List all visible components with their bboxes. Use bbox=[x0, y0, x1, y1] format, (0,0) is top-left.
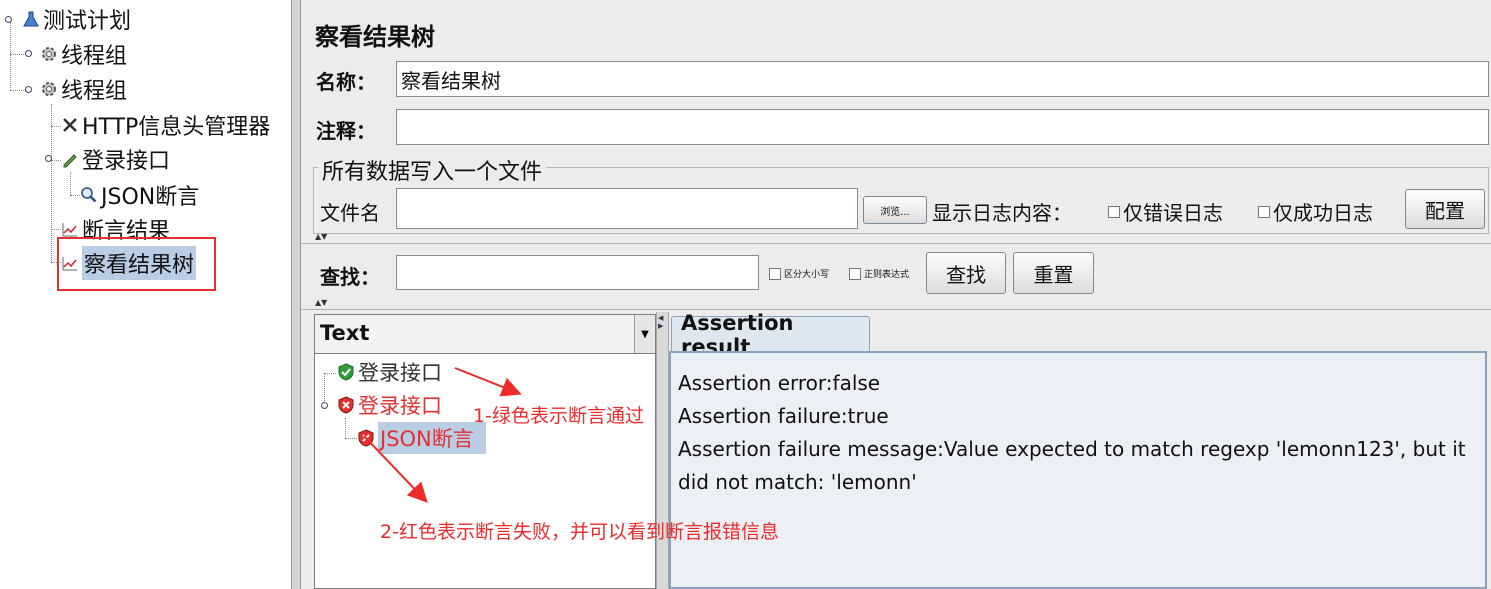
annotation-arrow-green bbox=[454, 367, 522, 397]
annotation-arrow-red bbox=[363, 435, 428, 503]
annotation-green-note: 1-绿色表示断言通过 bbox=[473, 405, 644, 427]
annotation-arrows bbox=[363, 367, 522, 503]
annotation-red-note: 2-红色表示断言失败，并可以看到断言报错信息 bbox=[380, 521, 779, 543]
